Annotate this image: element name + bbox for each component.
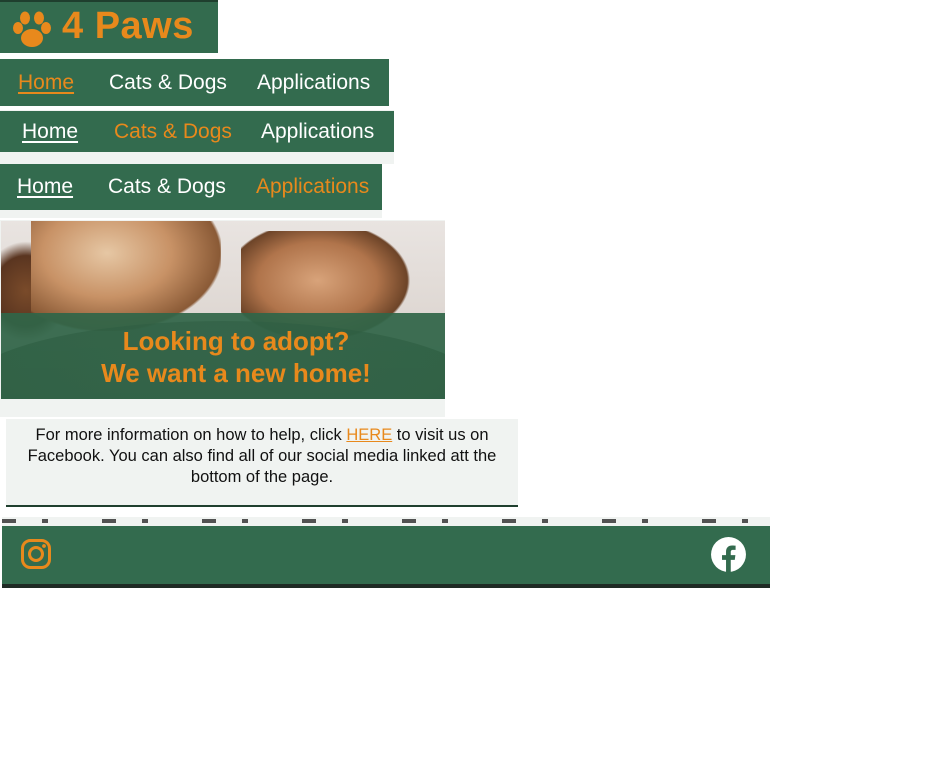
facebook-link[interactable]: HERE (346, 426, 392, 444)
nav-item-home[interactable]: Home (22, 111, 78, 152)
nav-item-applications[interactable]: Applications (256, 164, 369, 210)
nav-bar: Home Cats & Dogs Applications (0, 111, 394, 152)
footer-divider-pattern (2, 519, 770, 523)
nav-bar: Home Cats & Dogs Applications (0, 164, 382, 210)
hero-line-1: Looking to adopt? (122, 326, 350, 356)
info-text-before: For more information on how to help, cli… (35, 426, 347, 444)
nav-bar: Home Cats & Dogs Applications (0, 59, 389, 106)
facebook-icon[interactable] (710, 536, 747, 573)
logo[interactable]: 4 Paws (0, 0, 218, 53)
nav-item-applications[interactable]: Applications (261, 111, 374, 152)
logo-text: 4 Paws (62, 5, 194, 47)
hero-heading: Looking to adopt? We want a new home! (1, 325, 445, 389)
paw-icon (13, 11, 51, 47)
nav-item-cats-dogs[interactable]: Cats & Dogs (109, 59, 227, 106)
nav-item-applications[interactable]: Applications (257, 59, 370, 106)
nav-item-home[interactable]: Home (17, 164, 73, 210)
hero-image: Looking to adopt? We want a new home! (1, 221, 445, 399)
nav-item-cats-dogs[interactable]: Cats & Dogs (114, 111, 232, 152)
nav-wrapper: Home Cats & Dogs Applications (0, 110, 394, 164)
instagram-icon[interactable] (20, 538, 52, 570)
hero-section: Looking to adopt? We want a new home! (0, 220, 445, 417)
nav-item-home[interactable]: Home (18, 59, 74, 106)
hero-line-2: We want a new home! (101, 358, 371, 388)
footer (2, 526, 770, 588)
info-box: For more information on how to help, cli… (6, 419, 518, 507)
nav-wrapper: Home Cats & Dogs Applications (0, 164, 382, 218)
nav-item-cats-dogs[interactable]: Cats & Dogs (108, 164, 226, 210)
